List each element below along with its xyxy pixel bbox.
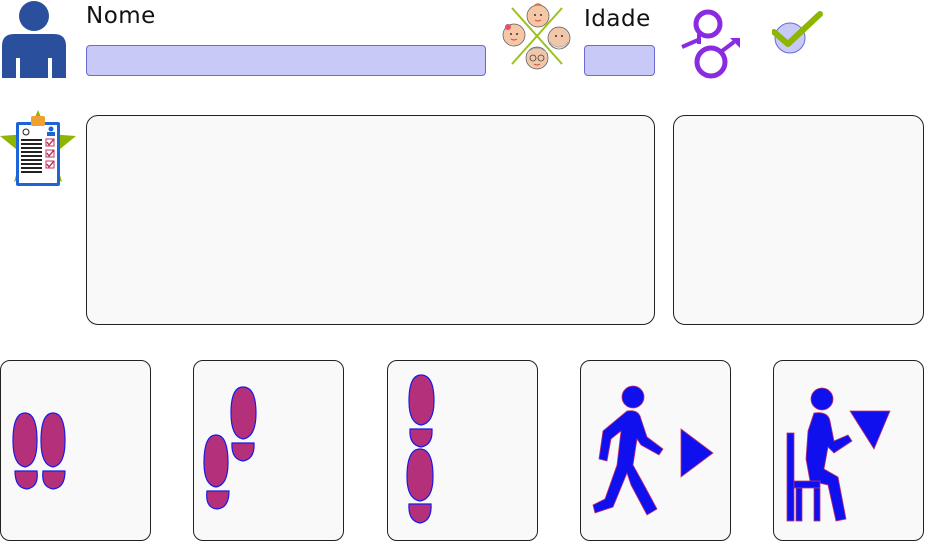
sit-to-stand-card[interactable] — [773, 360, 924, 541]
feet-tandem-icon — [406, 374, 435, 524]
feet-side-by-side-icon — [12, 412, 66, 490]
feet-semi-tandem-icon — [203, 386, 257, 510]
walking-person-play-icon — [592, 385, 714, 516]
semi-tandem-card[interactable] — [193, 360, 344, 541]
feet-together-card[interactable] — [0, 360, 151, 541]
gender-icon[interactable] — [678, 8, 742, 84]
side-result-panel[interactable] — [673, 115, 924, 325]
user-icon — [0, 0, 68, 78]
clipboard-checklist-icon — [0, 108, 78, 188]
age-label: Idade — [584, 6, 651, 32]
main-notes-panel[interactable] — [86, 115, 655, 325]
age-groups-icon — [500, 0, 574, 74]
name-input[interactable] — [86, 45, 486, 76]
tandem-card[interactable] — [387, 360, 538, 541]
walk-card[interactable] — [580, 360, 731, 541]
person-chair-stand-icon — [786, 387, 891, 522]
name-label: Nome — [86, 3, 156, 29]
confirm-check-icon[interactable] — [772, 10, 824, 56]
age-input[interactable] — [584, 45, 655, 76]
